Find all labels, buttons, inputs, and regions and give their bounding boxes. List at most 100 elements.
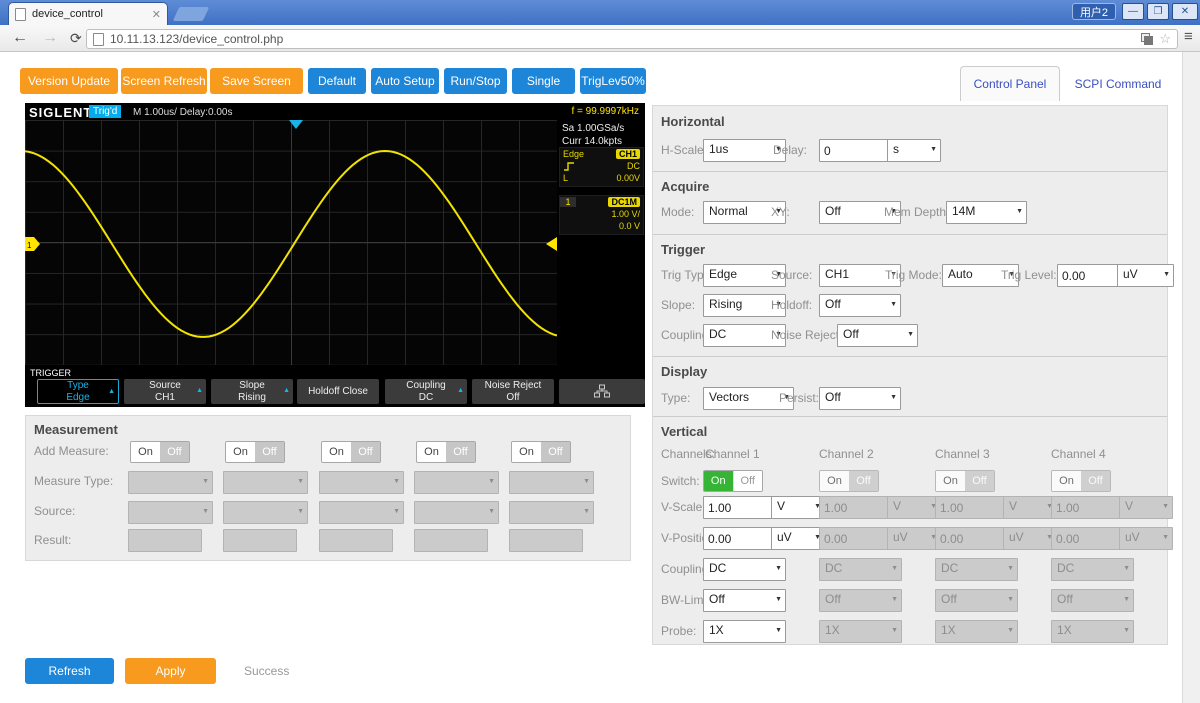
measure3-result-field[interactable] <box>319 529 393 552</box>
measure5-source-select[interactable]: ▼ <box>509 501 594 524</box>
ch1-vscale-unit-select[interactable]: V▼ <box>771 496 825 519</box>
ch2-switch-toggle[interactable]: OnOff <box>819 470 879 492</box>
url-text[interactable]: 10.11.13.123/device_control.php <box>110 32 1135 46</box>
browser-tab[interactable]: device_control ✕ <box>8 2 168 25</box>
ch3-vpos-input[interactable] <box>935 527 1005 550</box>
measure4-source-select[interactable]: ▼ <box>414 501 499 524</box>
dropdown-arrow-icon: ▼ <box>1123 590 1130 610</box>
ch2-bw-select[interactable]: Off▼ <box>819 589 902 612</box>
ch1-coupling-select[interactable]: DC▼ <box>703 558 786 581</box>
ch4-vpos-unit-select[interactable]: uV▼ <box>1119 527 1173 550</box>
measure5-toggle[interactable]: OnOff <box>511 441 571 463</box>
measure2-type-select[interactable]: ▼ <box>223 471 308 494</box>
measure3-toggle[interactable]: OnOff <box>321 441 381 463</box>
single-button[interactable]: Single <box>512 68 575 94</box>
measure4-toggle[interactable]: OnOff <box>416 441 476 463</box>
noise-reject-select[interactable]: Off▼ <box>837 324 918 347</box>
ch1-switch-toggle[interactable]: OnOff <box>703 470 763 492</box>
channel1-marker-label: 1 <box>27 241 32 250</box>
measure2-toggle[interactable]: OnOff <box>225 441 285 463</box>
ch1-vpos-unit-select[interactable]: uV▼ <box>771 527 825 550</box>
save-screen-button[interactable]: Save Screen <box>210 68 303 94</box>
tab-control-panel[interactable]: Control Panel <box>960 66 1060 101</box>
trig-level-input[interactable] <box>1057 264 1121 287</box>
back-icon[interactable]: ← <box>12 27 28 49</box>
screen-refresh-button[interactable]: Screen Refresh <box>121 68 207 94</box>
menu-icon[interactable]: ≡ <box>1184 28 1193 45</box>
trig-level-unit-select[interactable]: uV▼ <box>1117 264 1174 287</box>
user-badge[interactable]: 用户2 <box>1072 3 1116 20</box>
ch4-coupling-select[interactable]: DC▼ <box>1051 558 1134 581</box>
translate-icon[interactable] <box>1141 33 1153 45</box>
ch4-switch-toggle[interactable]: OnOff <box>1051 470 1111 492</box>
ch3-switch-toggle[interactable]: OnOff <box>935 470 995 492</box>
restore-button[interactable]: ❐ <box>1147 3 1169 20</box>
ch1-vscale-input[interactable] <box>703 496 773 519</box>
page-scrollbar[interactable] <box>1182 52 1200 703</box>
measure1-toggle[interactable]: OnOff <box>130 441 190 463</box>
holdoff-select[interactable]: Off▼ <box>819 294 901 317</box>
ch4-probe-select[interactable]: 1X▼ <box>1051 620 1134 643</box>
triglev-button[interactable]: TrigLev50% <box>580 68 646 94</box>
sample-rate: Sa 1.00GSa/s <box>562 123 624 134</box>
ch2-vscale-unit-select[interactable]: V▼ <box>887 496 941 519</box>
reload-icon[interactable]: ⟳ <box>70 27 82 49</box>
bookmark-star-icon[interactable]: ☆ <box>1159 31 1171 47</box>
ch2-probe-select[interactable]: 1X▼ <box>819 620 902 643</box>
dropdown-arrow-icon: ▼ <box>775 621 782 641</box>
channel-number: 1 <box>560 197 576 207</box>
measure2-source-select[interactable]: ▼ <box>223 501 308 524</box>
ch2-vscale-input[interactable] <box>819 496 889 519</box>
ch4-vpos-input[interactable] <box>1051 527 1121 550</box>
run-stop-button[interactable]: Run/Stop <box>444 68 507 94</box>
measure-result-label: Result: <box>34 533 71 547</box>
default-button[interactable]: Default <box>308 68 366 94</box>
ch3-vscale-unit-select[interactable]: V▼ <box>1003 496 1057 519</box>
close-button[interactable]: ✕ <box>1172 3 1198 20</box>
version-update-button[interactable]: Version Update <box>20 68 118 94</box>
measure-source-label: Source: <box>34 504 75 518</box>
auto-setup-button[interactable]: Auto Setup <box>371 68 439 94</box>
ch1-vpos-input[interactable] <box>703 527 773 550</box>
mem-depth-select[interactable]: 14M▼ <box>946 201 1027 224</box>
refresh-button[interactable]: Refresh <box>25 658 114 684</box>
measure3-type-select[interactable]: ▼ <box>319 471 404 494</box>
ch3-vpos-unit-select[interactable]: uV▼ <box>1003 527 1057 550</box>
ch4-bw-select[interactable]: Off▼ <box>1051 589 1134 612</box>
apply-button[interactable]: Apply <box>125 658 216 684</box>
ch4-vscale-unit-select[interactable]: V▼ <box>1119 496 1173 519</box>
measure2-result-field[interactable] <box>223 529 297 552</box>
measure1-source-select[interactable]: ▼ <box>128 501 213 524</box>
tab-scpi-command[interactable]: SCPI Command <box>1063 66 1173 101</box>
ch3-coupling-select[interactable]: DC▼ <box>935 558 1018 581</box>
ch3-bw-select[interactable]: Off▼ <box>935 589 1018 612</box>
measure5-type-select[interactable]: ▼ <box>509 471 594 494</box>
ch3-vscale-input[interactable] <box>935 496 1005 519</box>
measure1-result-field[interactable] <box>128 529 202 552</box>
ch4-vscale-input[interactable] <box>1051 496 1121 519</box>
delay-unit-select[interactable]: s▼ <box>887 139 941 162</box>
url-bar[interactable]: 10.11.13.123/device_control.php ☆ <box>86 29 1178 49</box>
measure4-type-select[interactable]: ▼ <box>414 471 499 494</box>
ch2-vpos-input[interactable] <box>819 527 889 550</box>
measure4-result-field[interactable] <box>414 529 488 552</box>
ch2-vpos-unit-select[interactable]: uV▼ <box>887 527 941 550</box>
scope-menu-title: TRIGGER <box>30 368 71 378</box>
new-tab-button[interactable] <box>173 7 210 21</box>
measure1-type-select[interactable]: ▼ <box>128 471 213 494</box>
ch1-probe-select[interactable]: 1X▼ <box>703 620 786 643</box>
delay-input[interactable] <box>819 139 890 162</box>
vertical-title: Vertical <box>661 424 707 439</box>
ch2-coupling-select[interactable]: DC▼ <box>819 558 902 581</box>
measure3-source-select[interactable]: ▼ <box>319 501 404 524</box>
minimize-button[interactable]: — <box>1122 3 1144 20</box>
channel-scale: 1.00 V/ <box>560 208 643 220</box>
measure5-result-field[interactable] <box>509 529 583 552</box>
ch1-bw-select[interactable]: Off▼ <box>703 589 786 612</box>
mem-depth-label: Mem Depth: <box>884 205 949 219</box>
tab-close-icon[interactable]: ✕ <box>152 8 161 21</box>
forward-icon[interactable]: → <box>42 27 58 49</box>
ch3-probe-select[interactable]: 1X▼ <box>935 620 1018 643</box>
persist-select[interactable]: Off▼ <box>819 387 901 410</box>
section-divider <box>653 171 1167 172</box>
